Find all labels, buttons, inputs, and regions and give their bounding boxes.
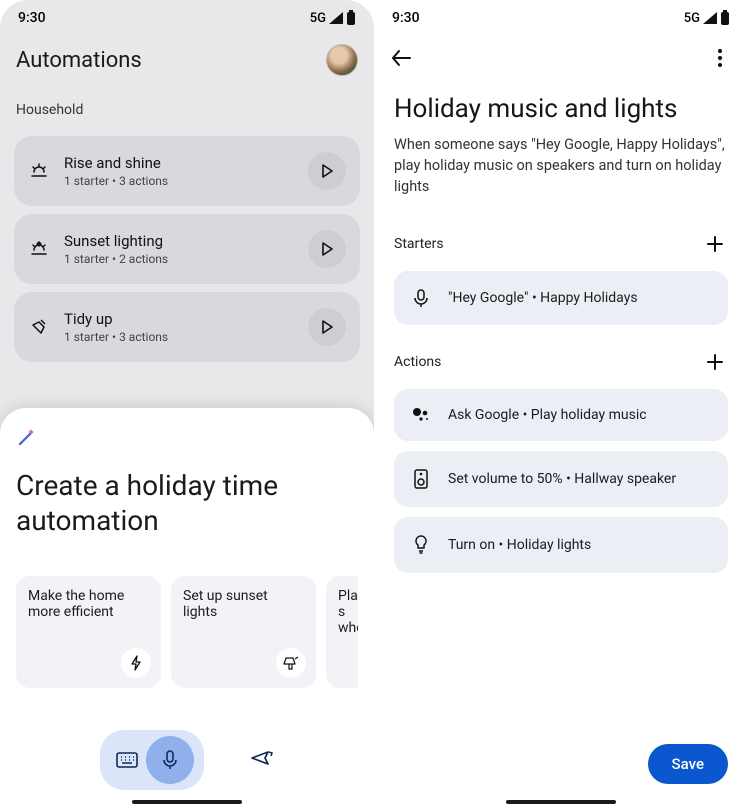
page-title: Automations xyxy=(16,48,142,73)
send-icon xyxy=(250,749,274,767)
assistant-icon xyxy=(410,407,432,423)
add-starter-button[interactable] xyxy=(702,231,728,257)
suggestion-text: Set up sunset lights xyxy=(183,588,268,620)
action-card[interactable]: Set volume to 50% • Hallway speaker xyxy=(394,451,728,507)
home-indicator[interactable] xyxy=(132,800,242,804)
suggestion-card[interactable]: Make the home more efficient xyxy=(16,576,161,688)
save-button[interactable]: Save xyxy=(648,744,728,784)
status-network: 5G xyxy=(684,11,700,26)
actions-label: Actions xyxy=(394,354,441,370)
plus-icon xyxy=(706,235,724,253)
starters-header: Starters xyxy=(394,231,728,257)
phone-left: 9:30 5G Automations Household Rise and s… xyxy=(0,0,374,810)
arrow-left-icon xyxy=(390,49,412,67)
status-bar: 9:30 5G xyxy=(374,0,748,32)
automation-sub: 1 starter • 3 actions xyxy=(64,174,294,188)
mic-icon xyxy=(162,750,178,770)
add-action-button[interactable] xyxy=(702,349,728,375)
status-right: 5G xyxy=(310,10,356,26)
suggestion-text: Make the home more efficient xyxy=(28,588,124,620)
bulb-icon xyxy=(410,535,432,555)
home-indicator[interactable] xyxy=(506,800,616,804)
starters-label: Starters xyxy=(394,236,444,252)
sheet-title: Create a holiday time automation xyxy=(16,468,358,538)
automation-sub: 1 starter • 3 actions xyxy=(64,330,294,344)
sunset-icon xyxy=(28,240,50,258)
starter-card[interactable]: "Hey Google" • Happy Holidays xyxy=(394,271,728,325)
status-right: 5G xyxy=(684,10,730,26)
suggestion-card[interactable]: Play s when xyxy=(326,576,358,688)
create-sheet: Create a holiday time automation Make th… xyxy=(0,408,374,810)
starter-text: "Hey Google" • Happy Holidays xyxy=(448,290,638,306)
automation-name: Tidy up xyxy=(64,310,294,328)
magic-wand-icon xyxy=(16,426,38,448)
status-time: 9:30 xyxy=(18,10,46,26)
signal-icon xyxy=(702,11,718,25)
input-pill xyxy=(100,730,204,790)
battery-icon xyxy=(346,10,356,26)
avatar[interactable] xyxy=(326,44,358,76)
suggestion-icon-wrap xyxy=(276,648,306,678)
action-text: Set volume to 50% • Hallway speaker xyxy=(448,471,676,487)
actions-header: Actions xyxy=(394,349,728,375)
input-bar xyxy=(0,730,374,790)
automation-row[interactable]: Sunset lighting 1 starter • 2 actions xyxy=(14,214,360,284)
play-icon xyxy=(320,242,334,256)
play-icon xyxy=(320,164,334,178)
automation-row[interactable]: Tidy up 1 starter • 3 actions xyxy=(14,292,360,362)
status-bar: 9:30 5G xyxy=(0,0,374,32)
play-button[interactable] xyxy=(308,230,346,268)
keyboard-icon xyxy=(116,752,138,768)
action-card[interactable]: Turn on • Holiday lights xyxy=(394,517,728,573)
play-button[interactable] xyxy=(308,152,346,190)
detail-header xyxy=(374,32,748,78)
automation-sub: 1 starter • 2 actions xyxy=(64,252,294,266)
automation-name: Sunset lighting xyxy=(64,232,294,250)
suggestion-card[interactable]: Set up sunset lights xyxy=(171,576,316,688)
phone-right: 9:30 5G Holiday music and lights When so… xyxy=(374,0,748,810)
broom-icon xyxy=(28,317,50,337)
back-button[interactable] xyxy=(390,46,414,70)
more-button[interactable] xyxy=(708,46,732,70)
status-network: 5G xyxy=(310,11,326,26)
automation-name: Rise and shine xyxy=(64,154,294,172)
automation-row[interactable]: Rise and shine 1 starter • 3 actions xyxy=(14,136,360,206)
keyboard-button[interactable] xyxy=(116,749,138,771)
battery-icon xyxy=(720,10,730,26)
plus-icon xyxy=(706,353,724,371)
play-icon xyxy=(320,320,334,334)
suggestions-row[interactable]: Make the home more efficient Set up suns… xyxy=(16,576,358,688)
play-button[interactable] xyxy=(308,308,346,346)
more-vert-icon xyxy=(718,49,722,67)
action-card[interactable]: Ask Google • Play holiday music xyxy=(394,389,728,441)
automations-header: Automations xyxy=(0,32,374,84)
sunrise-icon xyxy=(28,162,50,180)
lamp-icon xyxy=(283,655,299,671)
automation-title: Holiday music and lights xyxy=(394,94,728,124)
action-text: Ask Google • Play holiday music xyxy=(448,407,647,423)
status-time: 9:30 xyxy=(392,10,420,26)
mic-button[interactable] xyxy=(146,736,194,784)
signal-icon xyxy=(328,11,344,25)
action-text: Turn on • Holiday lights xyxy=(448,537,591,553)
send-button[interactable] xyxy=(250,749,274,771)
detail-body: Holiday music and lights When someone sa… xyxy=(374,78,748,573)
speaker-icon xyxy=(410,469,432,489)
suggestion-icon-wrap xyxy=(121,648,151,678)
section-household: Household xyxy=(0,84,374,128)
automation-description: When someone says "Hey Google, Happy Hol… xyxy=(394,134,728,197)
suggestion-text: Play s when xyxy=(338,588,358,636)
bolt-icon xyxy=(129,655,143,671)
mic-icon xyxy=(410,289,432,307)
